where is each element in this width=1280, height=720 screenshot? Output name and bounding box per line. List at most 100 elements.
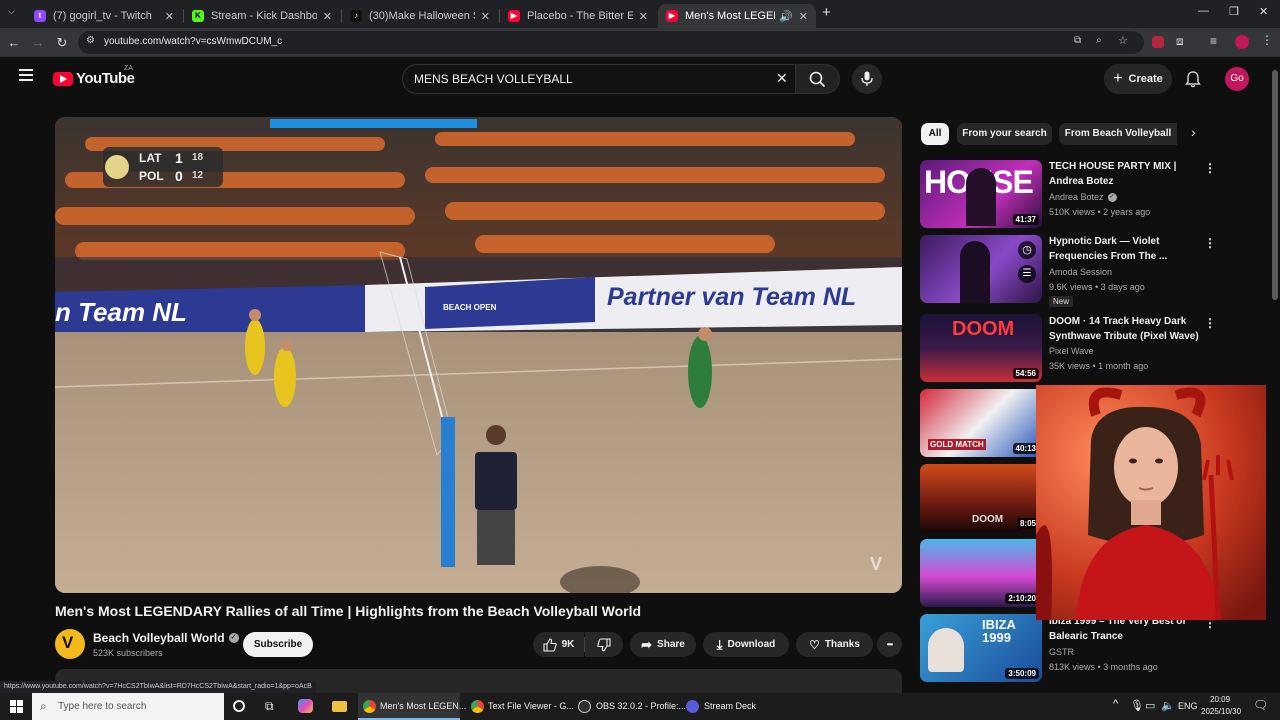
close-window-button[interactable]: ✕: [1259, 5, 1268, 18]
close-tab-icon[interactable]: ✕: [165, 10, 174, 23]
restore-window-button[interactable]: ❐: [1229, 5, 1239, 18]
page-scrollbar[interactable]: [1272, 70, 1278, 300]
share-label: Share: [657, 639, 685, 650]
download-button[interactable]: ⤓ Download: [703, 632, 789, 657]
windows-start-icon[interactable]: [10, 700, 23, 713]
microphone-tray-icon[interactable]: 🎙: [1130, 699, 1144, 712]
zoom-icon[interactable]: ⌕: [1096, 35, 1102, 46]
search-input-value[interactable]: MENS BEACH VOLLEYBALL: [414, 72, 573, 86]
url-text[interactable]: youtube.com/watch?v=csWmwDCUM_c: [104, 36, 282, 47]
chip-from-beach-volleyball[interactable]: From Beach Volleyball: [1059, 123, 1177, 145]
channel-name-text[interactable]: Beach Volleyball World: [93, 631, 225, 645]
reload-icon[interactable]: ↻: [52, 28, 72, 57]
minimize-window-button[interactable]: —: [1198, 5, 1209, 17]
account-avatar[interactable]: Go: [1225, 67, 1249, 91]
share-button[interactable]: ➦ Share: [630, 632, 696, 657]
tab-search-chevron-icon[interactable]: ⌵: [8, 6, 15, 17]
video-player[interactable]: LAT 1 18 POL 0 12 n Team NL BEACH OPEN P…: [55, 117, 902, 593]
voice-search-button[interactable]: [852, 64, 882, 94]
bookmark-star-icon[interactable]: ☆: [1118, 34, 1128, 47]
rec-thumbnail[interactable]: DOOM 8:05: [920, 464, 1042, 532]
install-app-icon[interactable]: ⧉: [1074, 35, 1081, 46]
extension-icon[interactable]: [1152, 36, 1164, 48]
rec-channel[interactable]: Amoda Session: [1049, 267, 1112, 277]
close-tab-icon[interactable]: ✕: [799, 10, 808, 23]
dislike-button[interactable]: [585, 632, 623, 657]
team1-name: LAT: [139, 151, 162, 165]
tab-kick[interactable]: K Stream - Kick Dashboard ✕: [184, 4, 340, 28]
rec-more-menu-icon[interactable]: ⋮: [1204, 161, 1216, 175]
channel-name[interactable]: Beach Volleyball World ✓: [93, 631, 239, 645]
rec-thumbnail[interactable]: GOLD MATCH 40:13: [920, 389, 1042, 457]
rec-title[interactable]: TECH HOUSE PARTY MIX | Andrea Botez: [1049, 159, 1199, 189]
site-info-icon[interactable]: ⚙: [86, 35, 95, 46]
search-button[interactable]: [796, 64, 840, 94]
hamburger-menu-icon[interactable]: [19, 69, 33, 81]
taskbar-search-box[interactable]: ⌕ Type here to search: [32, 693, 224, 720]
subscribe-button[interactable]: Subscribe: [243, 632, 313, 657]
rec-title[interactable]: DOOM · 14 Track Heavy Dark Synthwave Tri…: [1049, 314, 1199, 344]
network-tray-icon[interactable]: ▭: [1145, 699, 1155, 712]
rec-more-menu-icon[interactable]: ⋮: [1204, 236, 1216, 250]
close-tab-icon[interactable]: ✕: [639, 10, 648, 23]
like-button[interactable]: 9K: [533, 632, 584, 657]
tab-mens-legendary[interactable]: ▶ Men's Most LEGENDARY Ra 🔊 ✕: [658, 4, 816, 28]
address-bar[interactable]: ⚙ youtube.com/watch?v=csWmwDCUM_c ⧉ ⌕ ☆: [78, 31, 1144, 54]
rec-thumbnail[interactable]: DOOM 54:56: [920, 314, 1042, 382]
extensions-puzzle-icon[interactable]: ⧈: [1176, 34, 1184, 49]
clear-search-icon[interactable]: ✕: [776, 70, 788, 87]
rec-thumbnail[interactable]: ◷ ☰: [920, 235, 1042, 303]
video-title: Men's Most LEGENDARY Rallies of all Time…: [55, 603, 642, 619]
chip-from-your-search[interactable]: From your search: [957, 123, 1052, 145]
rec-channel-name[interactable]: Andrea Botez: [1049, 192, 1104, 202]
youtube-logo[interactable]: YouTube: [53, 70, 135, 87]
rec-thumbnail[interactable]: HOUSE 41:37: [920, 160, 1042, 228]
browser-menu-icon[interactable]: ⋮: [1261, 33, 1273, 47]
keyboard-language[interactable]: ENG: [1178, 701, 1198, 711]
channel-avatar[interactable]: V: [55, 629, 85, 659]
file-explorer-icon[interactable]: [332, 701, 347, 712]
search-input[interactable]: MENS BEACH VOLLEYBALL ✕: [402, 64, 796, 94]
more-actions-button[interactable]: •••: [877, 632, 902, 657]
volume-tray-icon[interactable]: 🔈: [1161, 699, 1175, 712]
close-tab-icon[interactable]: ✕: [481, 10, 490, 23]
new-tab-button[interactable]: +: [822, 4, 831, 21]
add-to-queue-icon[interactable]: ☰: [1018, 265, 1036, 283]
channel-watermark-icon[interactable]: V: [870, 554, 882, 575]
profile-avatar-icon[interactable]: [1235, 35, 1249, 49]
forward-arrow-icon[interactable]: →: [28, 28, 48, 57]
taskbar-app-chrome-youtube[interactable]: Men's Most LEGEN...: [358, 693, 466, 720]
system-clock-date[interactable]: 2025/10/30: [1201, 707, 1241, 716]
notifications-bell-icon[interactable]: [1185, 71, 1201, 88]
system-clock-time[interactable]: 20:09: [1210, 695, 1230, 704]
media-control-icon[interactable]: ≡: [1210, 34, 1217, 48]
tab-placebo[interactable]: ▶ Placebo - The Bitter End (Offici ✕: [500, 4, 656, 28]
tab-twitch[interactable]: t (7) gogirl_tv - Twitch ✕: [26, 4, 182, 28]
close-tab-icon[interactable]: ✕: [323, 10, 332, 23]
download-label: Download: [727, 639, 776, 650]
task-view-icon[interactable]: ⧉: [265, 699, 274, 714]
rec-thumbnail[interactable]: 2:10:20: [920, 539, 1042, 607]
chips-next-chevron-icon[interactable]: ›: [1191, 124, 1196, 140]
notification-center-icon[interactable]: 🗨: [1253, 698, 1268, 712]
taskbar-app-text-viewer[interactable]: Text File Viewer - G...: [466, 693, 574, 720]
copilot-icon[interactable]: [298, 699, 313, 713]
back-arrow-icon[interactable]: ←: [4, 28, 24, 57]
show-hidden-icons-chevron-icon[interactable]: ^: [1113, 698, 1118, 710]
rec-channel[interactable]: Pixel Wave: [1049, 346, 1094, 356]
taskbar-app-stream-deck[interactable]: Stream Deck: [682, 693, 784, 720]
rec-title[interactable]: Hypnotic Dark — Violet Frequencies From …: [1049, 234, 1199, 264]
watch-later-clock-icon[interactable]: ◷: [1018, 241, 1036, 259]
cortana-icon[interactable]: [233, 700, 245, 712]
rec-more-menu-icon[interactable]: ⋮: [1204, 316, 1216, 330]
taskbar-app-obs[interactable]: OBS 32.0.2 - Profile:...: [574, 693, 686, 720]
create-button[interactable]: + Create: [1104, 64, 1172, 94]
tab-tiktok[interactable]: ♪ (30)Make Halloween Scary Aga ✕: [342, 4, 498, 28]
rec-thumbnail[interactable]: IBIZA 1999 3:50:09: [920, 614, 1042, 682]
thanks-button[interactable]: ♡ Thanks: [796, 632, 873, 657]
chip-all[interactable]: All: [921, 123, 949, 145]
rec-channel[interactable]: Andrea Botez ✓: [1049, 192, 1117, 202]
thumbnail-text: DOOM: [952, 318, 1015, 340]
audio-playing-icon[interactable]: 🔊: [779, 10, 793, 23]
rec-channel[interactable]: GSTR: [1049, 647, 1074, 657]
